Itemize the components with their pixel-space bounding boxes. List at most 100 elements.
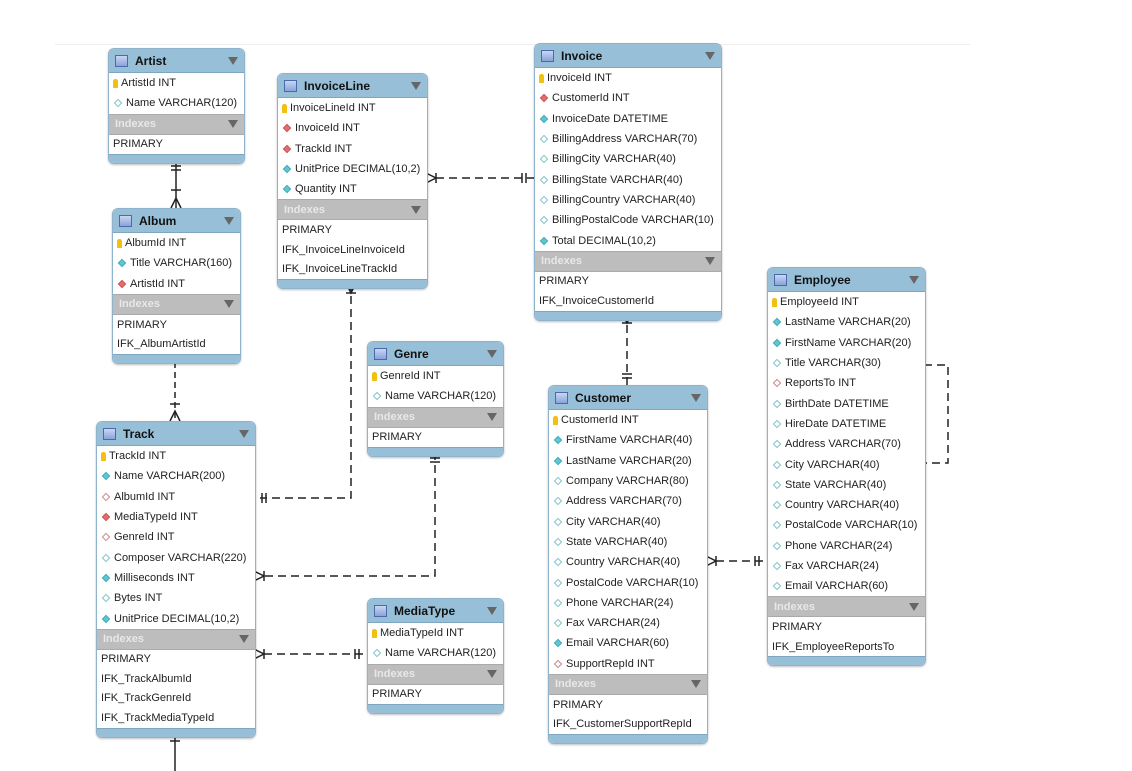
column-row[interactable]: Bytes INT (97, 588, 255, 608)
indexes-header[interactable]: Indexes (535, 250, 721, 272)
column-row[interactable]: Fax VARCHAR(24) (549, 613, 707, 633)
index-row[interactable]: IFK_TrackMediaTypeId (97, 708, 255, 728)
relationship-genre-track[interactable] (253, 452, 440, 582)
column-row[interactable]: Total DECIMAL(10,2) (535, 230, 721, 250)
column-row[interactable]: EmployeeId INT (768, 292, 925, 312)
column-row[interactable]: BillingCity VARCHAR(40) (535, 149, 721, 169)
indexes-header[interactable]: Indexes (368, 406, 503, 428)
column-row[interactable]: City VARCHAR(40) (768, 454, 925, 474)
column-row[interactable]: Address VARCHAR(70) (549, 491, 707, 511)
index-row[interactable]: PRIMARY (113, 315, 240, 335)
column-row[interactable]: CustomerId INT (535, 88, 721, 108)
relationship-employee-self[interactable] (924, 364, 949, 464)
indexes-header[interactable]: Indexes (549, 673, 707, 695)
index-row[interactable]: IFK_InvoiceLineTrackId (278, 259, 427, 279)
table-customer[interactable]: Customer CustomerId INT FirstName VARCHA… (548, 385, 708, 744)
table-header[interactable]: Artist (109, 49, 244, 73)
column-row[interactable]: Phone VARCHAR(24) (549, 593, 707, 613)
column-row[interactable]: LastName VARCHAR(20) (549, 451, 707, 471)
column-row[interactable]: BillingAddress VARCHAR(70) (535, 129, 721, 149)
table-header[interactable]: Customer (549, 386, 707, 410)
collapse-triangle-icon[interactable] (239, 429, 249, 438)
column-row[interactable]: Title VARCHAR(30) (768, 353, 925, 373)
collapse-triangle-icon[interactable] (487, 670, 497, 679)
column-row[interactable]: CustomerId INT (549, 410, 707, 430)
column-row[interactable]: Name VARCHAR(120) (109, 93, 244, 113)
column-row[interactable]: Name VARCHAR(120) (368, 386, 503, 406)
collapse-triangle-icon[interactable] (224, 300, 234, 309)
table-genre[interactable]: Genre GenreId INT Name VARCHAR(120) Index… (367, 341, 504, 458)
column-row[interactable]: UnitPrice DECIMAL(10,2) (278, 159, 427, 179)
column-row[interactable]: GenreId INT (97, 527, 255, 547)
collapse-triangle-icon[interactable] (487, 413, 497, 422)
collapse-triangle-icon[interactable] (705, 51, 715, 60)
relationship-customer-invoice[interactable] (621, 312, 633, 385)
index-row[interactable]: IFK_EmployeeReportsTo (768, 637, 925, 657)
table-track[interactable]: Track TrackId INT Name VARCHAR(200) Albu… (96, 421, 256, 738)
column-row[interactable]: AlbumId INT (113, 233, 240, 253)
indexes-header[interactable]: Indexes (368, 663, 503, 685)
table-header[interactable]: Album (113, 209, 240, 233)
column-row[interactable]: BillingState VARCHAR(40) (535, 169, 721, 189)
column-row[interactable]: Company VARCHAR(80) (549, 471, 707, 491)
column-row[interactable]: Country VARCHAR(40) (549, 552, 707, 572)
column-row[interactable]: Fax VARCHAR(24) (768, 556, 925, 576)
indexes-header[interactable]: Indexes (278, 199, 427, 221)
column-row[interactable]: InvoiceId INT (278, 118, 427, 138)
indexes-header[interactable]: Indexes (97, 628, 255, 650)
table-invoice[interactable]: Invoice InvoiceId INT CustomerId INT Inv… (534, 43, 722, 321)
table-album[interactable]: Album AlbumId INT Title VARCHAR(160) Art… (112, 208, 241, 364)
index-row[interactable]: PRIMARY (368, 428, 503, 448)
table-artist[interactable]: Artist ArtistId INT Name VARCHAR(120) Ind… (108, 48, 245, 165)
relationship-track-invoiceline[interactable] (260, 282, 357, 503)
collapse-triangle-icon[interactable] (228, 120, 238, 129)
index-row[interactable]: IFK_CustomerSupportRepId (549, 714, 707, 734)
column-row[interactable]: Phone VARCHAR(24) (768, 536, 925, 556)
collapse-triangle-icon[interactable] (909, 275, 919, 284)
index-row[interactable]: PRIMARY (109, 135, 244, 155)
column-row[interactable]: Country VARCHAR(40) (768, 495, 925, 515)
table-header[interactable]: Genre (368, 342, 503, 366)
column-row[interactable]: UnitPrice DECIMAL(10,2) (97, 608, 255, 628)
collapse-triangle-icon[interactable] (228, 56, 238, 65)
index-row[interactable]: IFK_InvoiceLineInvoiceId (278, 240, 427, 260)
column-row[interactable]: ReportsTo INT (768, 373, 925, 393)
table-header[interactable]: Invoice (535, 44, 721, 68)
relationship-invoiceline-invoice[interactable] (425, 172, 534, 184)
table-header[interactable]: Employee (768, 268, 925, 292)
index-row[interactable]: PRIMARY (368, 685, 503, 705)
table-mediatype[interactable]: MediaType MediaTypeId INT Name VARCHAR(1… (367, 598, 504, 715)
collapse-triangle-icon[interactable] (691, 680, 701, 689)
column-row[interactable]: HireDate DATETIME (768, 414, 925, 434)
column-row[interactable]: State VARCHAR(40) (768, 475, 925, 495)
column-row[interactable]: Address VARCHAR(70) (768, 434, 925, 454)
collapse-triangle-icon[interactable] (224, 216, 234, 225)
column-row[interactable]: ArtistId INT (113, 274, 240, 294)
column-row[interactable]: Milliseconds INT (97, 568, 255, 588)
column-row[interactable]: TrackId INT (97, 446, 255, 466)
table-header[interactable]: InvoiceLine (278, 74, 427, 98)
table-header[interactable]: MediaType (368, 599, 503, 623)
collapse-triangle-icon[interactable] (411, 81, 421, 90)
column-row[interactable]: LastName VARCHAR(20) (768, 312, 925, 332)
column-row[interactable]: PostalCode VARCHAR(10) (549, 572, 707, 592)
column-row[interactable]: MediaTypeId INT (368, 623, 503, 643)
column-row[interactable]: Name VARCHAR(120) (368, 643, 503, 663)
column-row[interactable]: Composer VARCHAR(220) (97, 547, 255, 567)
column-row[interactable]: MediaTypeId INT (97, 507, 255, 527)
column-row[interactable]: FirstName VARCHAR(40) (549, 430, 707, 450)
index-row[interactable]: IFK_AlbumArtistId (113, 334, 240, 354)
relationship-artist-album[interactable] (170, 158, 182, 209)
column-row[interactable]: SupportRepId INT (549, 654, 707, 674)
column-row[interactable]: TrackId INT (278, 139, 427, 159)
index-row[interactable]: IFK_TrackAlbumId (97, 669, 255, 689)
collapse-triangle-icon[interactable] (487, 349, 497, 358)
column-row[interactable]: Email VARCHAR(60) (768, 576, 925, 596)
collapse-triangle-icon[interactable] (239, 635, 249, 644)
index-row[interactable]: PRIMARY (768, 617, 925, 637)
collapse-triangle-icon[interactable] (705, 257, 715, 266)
column-row[interactable]: InvoiceLineId INT (278, 98, 427, 118)
column-row[interactable]: PostalCode VARCHAR(10) (768, 515, 925, 535)
collapse-triangle-icon[interactable] (487, 606, 497, 615)
index-row[interactable]: PRIMARY (97, 650, 255, 670)
